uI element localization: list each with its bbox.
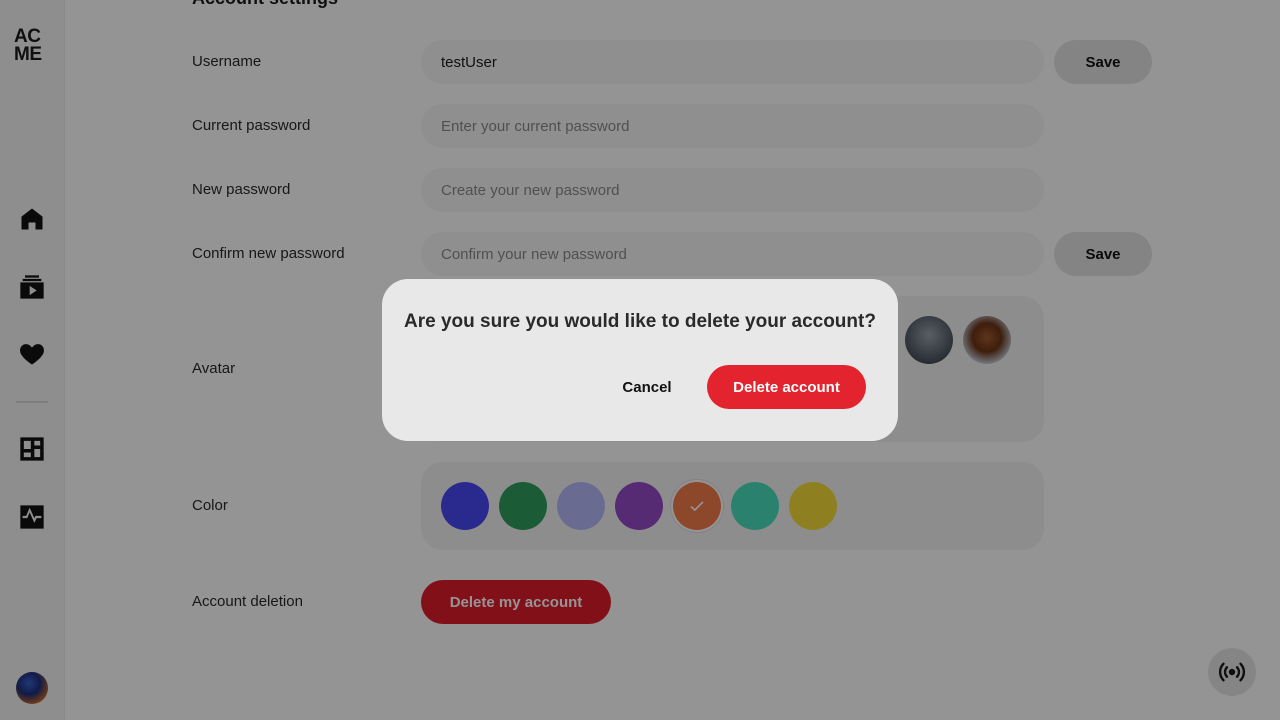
delete-confirmation-dialog: Are you sure you would like to delete yo… — [382, 279, 898, 441]
cancel-button[interactable]: Cancel — [604, 365, 690, 409]
dialog-title: Are you sure you would like to delete yo… — [404, 311, 876, 332]
confirm-delete-button[interactable]: Delete account — [707, 365, 866, 409]
